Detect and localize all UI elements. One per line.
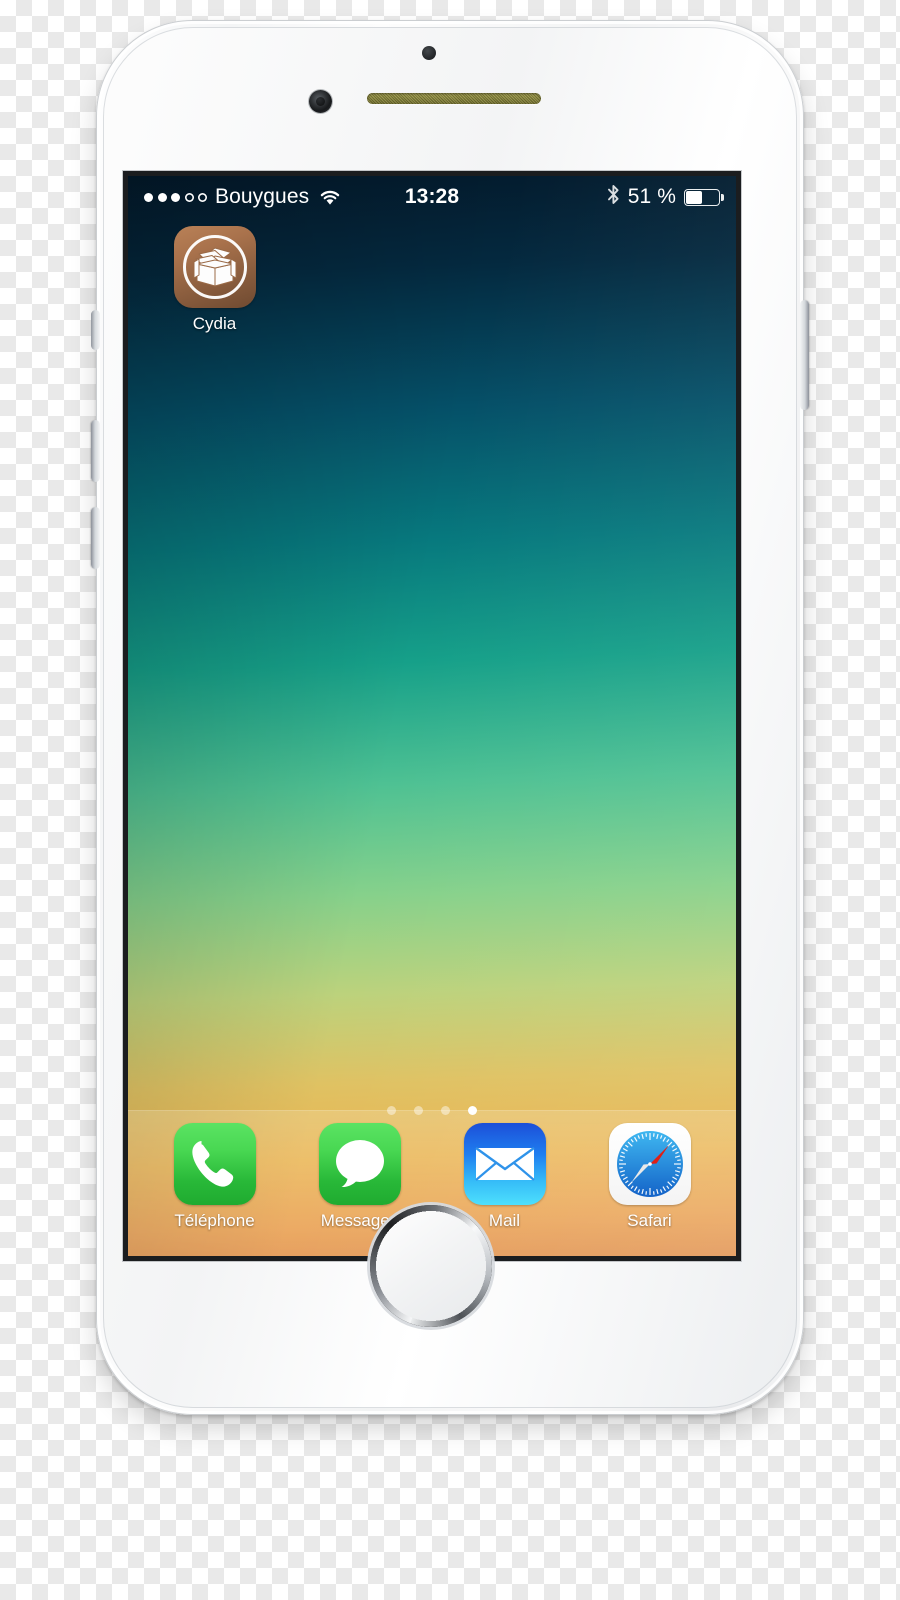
app-item-cydia[interactable]: Cydia	[142, 226, 287, 334]
proximity-sensor	[422, 46, 436, 60]
phone-icon[interactable]	[173, 1123, 256, 1205]
signal-dot-1	[144, 192, 153, 202]
battery-icon	[684, 188, 724, 206]
home-screen-app-grid: Cydia	[128, 226, 736, 334]
battery-fill	[686, 190, 703, 204]
carrier-name: Bouygues	[215, 185, 310, 208]
status-bar: Bouygues 13:28 51 %	[128, 176, 736, 218]
dock-item-telephone[interactable]: Téléphone	[142, 1123, 287, 1256]
dock-label-mail: Mail	[488, 1211, 521, 1230]
home-button-ring	[370, 1205, 492, 1327]
safari-icon[interactable]	[608, 1123, 691, 1205]
wallpaper	[128, 176, 736, 1256]
dock-label-safari: Safari	[627, 1211, 672, 1230]
dock-label-telephone: Téléphone	[174, 1211, 255, 1230]
iphone-device: Bouygues 13:28 51 % Cydia Téléphone Mess…	[91, 20, 809, 1415]
power-button[interactable]	[800, 300, 809, 410]
earpiece-speaker	[367, 93, 541, 104]
status-bar-left: Bouygues	[144, 185, 341, 209]
signal-dot-2	[157, 192, 167, 202]
battery-cap	[721, 193, 724, 201]
volume-up-button[interactable]	[91, 420, 100, 482]
dock-item-safari[interactable]: Safari	[577, 1123, 722, 1256]
cydia-icon[interactable]	[173, 226, 256, 308]
mail-icon[interactable]	[463, 1123, 546, 1205]
messages-icon[interactable]	[318, 1123, 401, 1205]
wifi-icon	[317, 189, 341, 206]
app-label-cydia: Cydia	[192, 314, 237, 333]
bluetooth-icon	[607, 184, 620, 211]
signal-dot-4	[185, 193, 194, 202]
signal-dot-5	[198, 193, 207, 202]
cellular-signal-icon	[144, 192, 207, 202]
front-camera-lens	[316, 97, 325, 106]
device-screen[interactable]: Bouygues 13:28 51 % Cydia Téléphone Mess…	[128, 176, 736, 1256]
signal-dot-3	[171, 192, 180, 202]
home-button[interactable]	[370, 1205, 492, 1327]
front-camera	[309, 90, 332, 113]
ring-silent-switch[interactable]	[91, 310, 100, 350]
battery-percent-label: 51 %	[627, 185, 676, 208]
status-bar-right: 51 %	[607, 184, 724, 211]
volume-down-button[interactable]	[91, 507, 100, 569]
